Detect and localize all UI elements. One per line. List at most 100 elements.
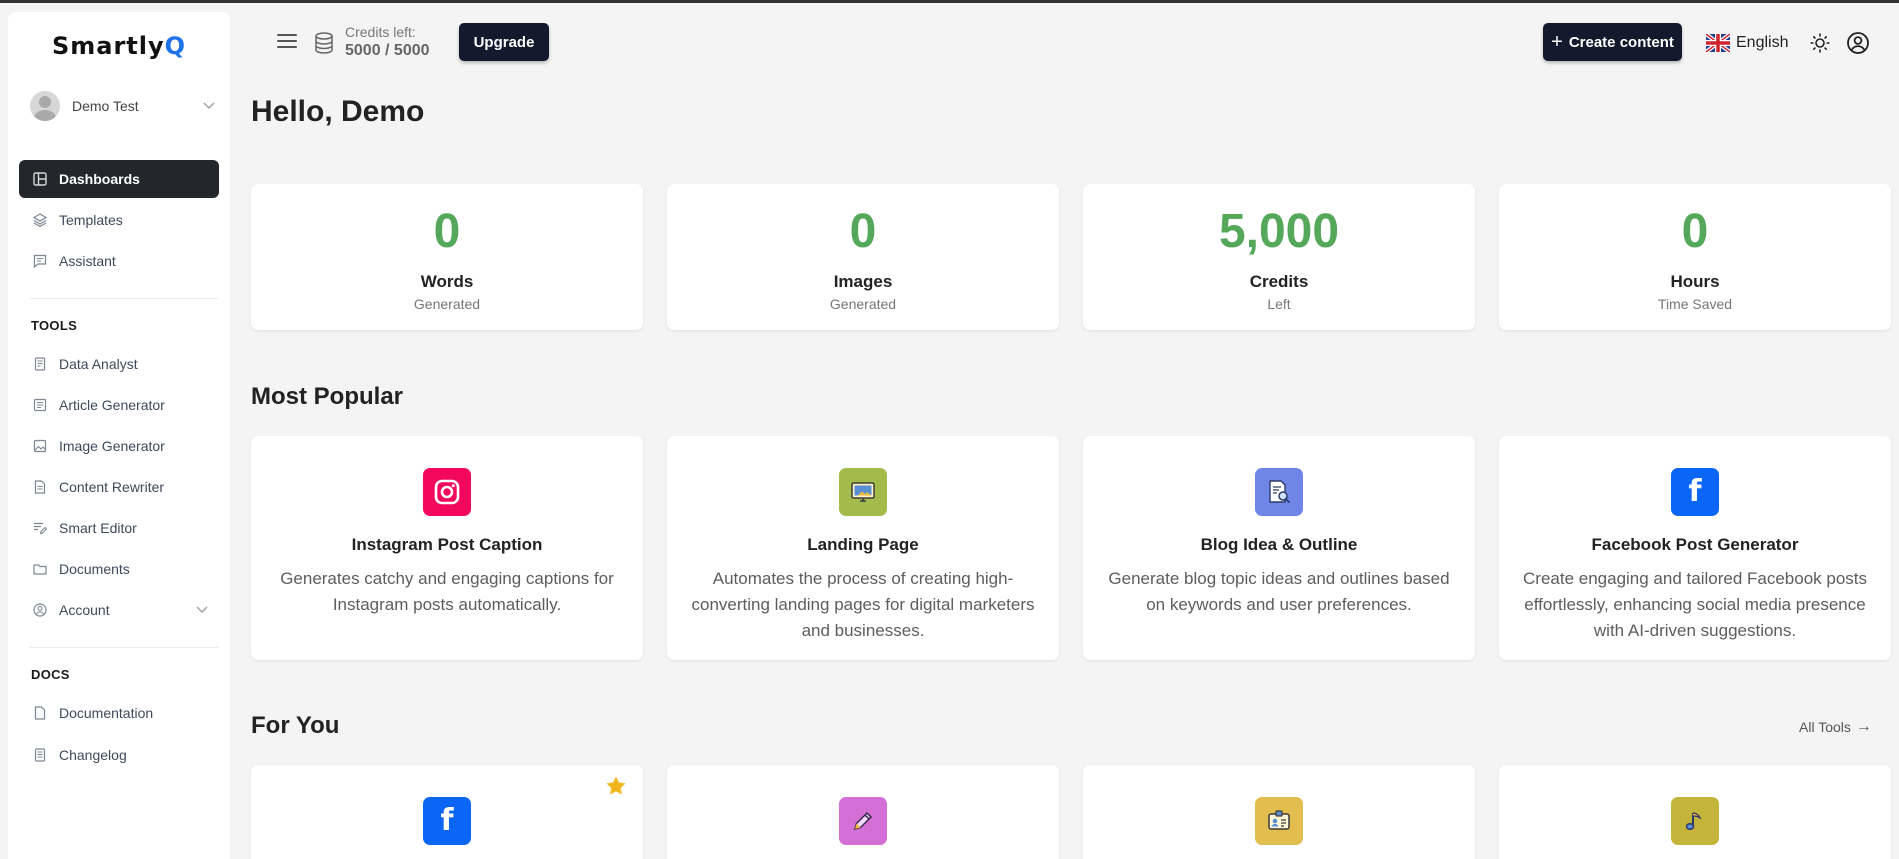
document-icon — [32, 480, 47, 495]
page-title: Hello, Demo — [251, 95, 425, 128]
tool-name: Blog Idea & Outline — [1200, 535, 1358, 554]
image-icon — [32, 439, 47, 454]
stat-label: Credits — [1249, 272, 1309, 291]
tool-name: Instagram Post Caption — [351, 535, 543, 554]
tool-card-for-you-music[interactable] — [1499, 765, 1891, 859]
edit-lines-icon — [32, 521, 47, 536]
article-icon — [32, 398, 47, 413]
section-title-for-you: For You — [251, 712, 340, 739]
sidebar-item-dashboards[interactable]: Dashboards — [19, 160, 219, 198]
tool-name: Landing Page — [807, 535, 919, 554]
sidebar-item-assistant[interactable]: Assistant — [19, 242, 219, 280]
sidebar-item-article-generator[interactable]: Article Generator — [19, 386, 219, 424]
tool-card-for-you-id-card[interactable] — [1083, 765, 1475, 859]
sidebar-item-smart-editor[interactable]: Smart Editor — [19, 509, 219, 547]
brand-name-accent: Q — [164, 32, 187, 60]
tool-card-for-you-facebook[interactable]: f — [251, 765, 643, 859]
stat-label: Hours — [1670, 272, 1720, 291]
sidebar-item-label: Data Analyst — [59, 356, 138, 372]
divider — [30, 298, 218, 299]
instagram-icon — [423, 468, 471, 516]
music-note-icon — [1671, 797, 1719, 845]
stat-card-credits: 5,000 Credits Left — [1083, 184, 1475, 330]
language-selector[interactable]: English — [1706, 31, 1788, 55]
chevron-down-icon — [202, 99, 216, 113]
tool-description: Automates the process of creating high-c… — [691, 569, 1035, 640]
sidebar-item-documentation[interactable]: Documentation — [19, 694, 219, 732]
stat-sub: Left — [1267, 296, 1291, 312]
sidebar-item-image-generator[interactable]: Image Generator — [19, 427, 219, 465]
stat-label: Images — [833, 272, 893, 291]
stat-sub: Generated — [413, 296, 481, 312]
tool-card-blog-idea-outline[interactable]: Blog Idea & Outline Generate blog topic … — [1083, 436, 1475, 660]
layers-icon — [32, 213, 47, 228]
sidebar-item-label: Image Generator — [59, 438, 165, 454]
sidebar-item-label: Content Rewriter — [59, 479, 165, 495]
file-icon — [32, 706, 47, 721]
sidebar-item-label: Documents — [59, 561, 130, 577]
changelog-icon — [32, 748, 47, 763]
folder-icon — [32, 562, 47, 577]
user-profile-icon[interactable] — [1846, 31, 1870, 55]
sidebar-item-data-analyst[interactable]: Data Analyst — [19, 345, 219, 383]
facebook-icon: f — [423, 797, 471, 845]
sidebar-item-documents[interactable]: Documents — [19, 550, 219, 588]
plus-icon: + — [1551, 31, 1563, 53]
avatar — [30, 91, 60, 121]
section-label-tools: TOOLS — [31, 318, 78, 333]
pencil-icon — [839, 797, 887, 845]
menu-toggle-button[interactable] — [277, 34, 297, 50]
brand-logo[interactable]: SmartlyQ — [8, 32, 230, 60]
sidebar-item-changelog[interactable]: Changelog — [19, 736, 219, 774]
stat-card-hours: 0 Hours Time Saved — [1499, 184, 1891, 330]
sidebar-item-templates[interactable]: Templates — [19, 201, 219, 239]
arrow-right-icon: → — [1855, 718, 1872, 735]
sidebar-item-content-rewriter[interactable]: Content Rewriter — [19, 468, 219, 506]
stat-card-words: 0 Words Generated — [251, 184, 643, 330]
stat-value: 0 — [1681, 205, 1709, 258]
create-content-button[interactable]: + Create content — [1543, 23, 1682, 61]
sidebar: SmartlyQ Demo Test Dashboards Templates … — [8, 12, 230, 859]
sidebar-item-label: Account — [59, 602, 110, 618]
upgrade-button[interactable]: Upgrade — [459, 23, 549, 61]
all-tools-link[interactable]: All Tools → — [1799, 718, 1872, 736]
stat-value: 5,000 — [1218, 205, 1340, 258]
sidebar-item-label: Smart Editor — [59, 520, 137, 536]
credits-value: 5000 / 5000 — [345, 42, 430, 59]
uk-flag-icon — [1706, 34, 1730, 52]
star-icon[interactable] — [605, 775, 627, 797]
credits-label: Credits left: — [345, 24, 416, 40]
chat-icon — [32, 254, 47, 269]
id-card-icon — [1255, 797, 1303, 845]
sidebar-item-label: Templates — [59, 212, 123, 228]
sidebar-item-label: Dashboards — [59, 171, 140, 187]
sidebar-item-label: Documentation — [59, 705, 154, 721]
user-menu[interactable]: Demo Test — [30, 90, 216, 122]
tool-description: Generates catchy and engaging captions f… — [280, 569, 614, 614]
stat-card-images: 0 Images Generated — [667, 184, 1059, 330]
tool-description: Generate blog topic ideas and outlines b… — [1108, 569, 1450, 614]
sidebar-item-label: Article Generator — [59, 397, 165, 413]
tool-name: Facebook Post Generator — [1591, 535, 1799, 554]
dashboard-icon — [32, 172, 47, 187]
user-circle-icon — [32, 603, 47, 618]
section-title-most-popular: Most Popular — [251, 383, 404, 410]
sidebar-item-label: Changelog — [59, 747, 127, 763]
tool-card-for-you-pencil[interactable] — [667, 765, 1059, 859]
tool-description: Create engaging and tailored Facebook po… — [1523, 569, 1868, 640]
tool-card-facebook-post-generator[interactable]: f Facebook Post Generator Create engagin… — [1499, 436, 1891, 660]
stat-label: Words — [420, 272, 474, 291]
chevron-down-icon — [195, 603, 209, 617]
all-tools-label: All Tools — [1799, 719, 1851, 735]
sidebar-item-account[interactable]: Account — [19, 591, 219, 629]
report-icon — [32, 357, 47, 372]
sun-icon[interactable] — [1809, 32, 1831, 54]
create-content-label: Create content — [1568, 33, 1674, 51]
brand-name: Smartly — [51, 32, 165, 60]
monitor-icon — [839, 468, 887, 516]
stat-sub: Time Saved — [1657, 296, 1733, 312]
stat-value: 0 — [433, 205, 461, 258]
tool-card-landing-page[interactable]: Landing Page Automates the process of cr… — [667, 436, 1059, 660]
facebook-icon: f — [1671, 468, 1719, 516]
tool-card-instagram-post-caption[interactable]: Instagram Post Caption Generates catchy … — [251, 436, 643, 660]
